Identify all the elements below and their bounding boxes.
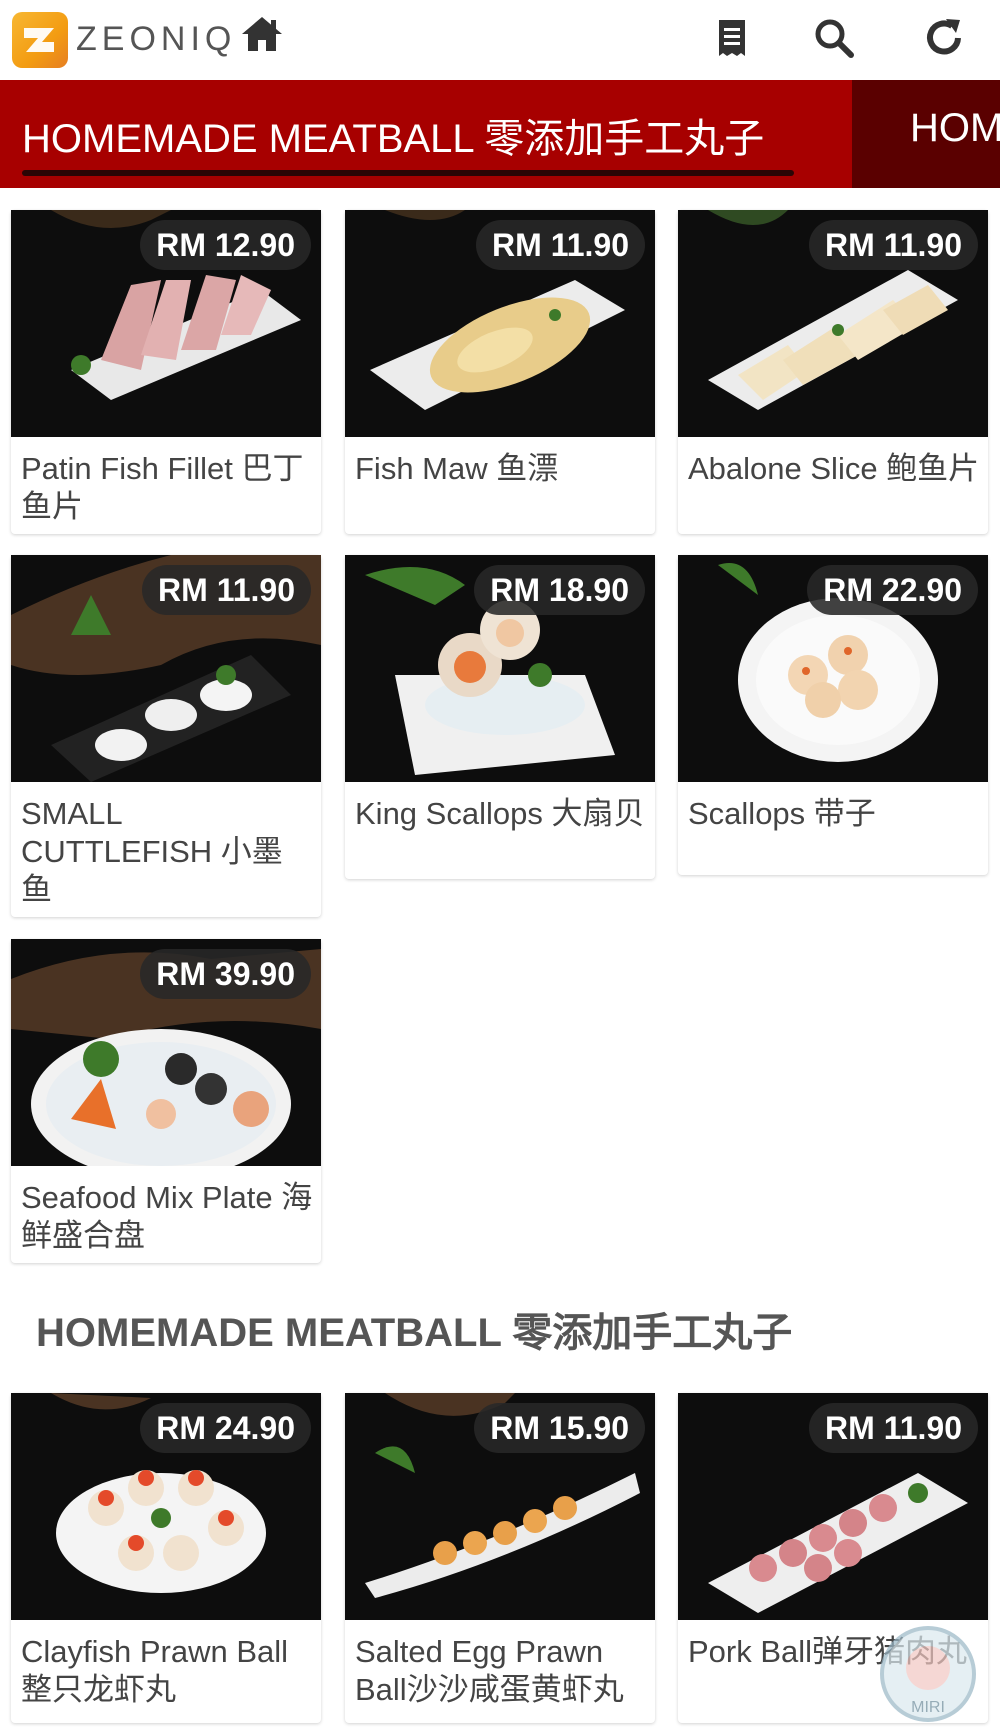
item-photo: RM 11.90 bbox=[678, 210, 988, 437]
item-photo: RM 11.90 bbox=[11, 555, 321, 782]
refresh-icon[interactable] bbox=[922, 16, 966, 60]
watermark-logo: MIRI bbox=[880, 1626, 976, 1722]
search-icon[interactable] bbox=[812, 16, 856, 60]
item-photo: RM 24.90 bbox=[11, 1393, 321, 1620]
item-name: Abalone Slice 鲍鱼片 bbox=[688, 451, 980, 486]
menu-item-card[interactable]: RM 39.90 Seafood Mix Plate 海鲜盛合盘 bbox=[11, 939, 321, 1263]
item-photo: RM 11.90 bbox=[345, 210, 655, 437]
price-badge: RM 39.90 bbox=[140, 949, 311, 999]
menu-item-card[interactable]: RM 15.90 Salted Egg Prawn Ball沙沙咸蛋黄虾丸 bbox=[345, 1393, 655, 1723]
category-bar: HOMEMADE MEATBALL 零添加手工丸子 HOM bbox=[0, 80, 1000, 188]
menu-item-card[interactable]: RM 24.90 Clayfish Prawn Ball 整只龙虾丸 bbox=[11, 1393, 321, 1723]
menu-list-icon[interactable] bbox=[710, 16, 754, 60]
item-name: King Scallops 大扇贝 bbox=[355, 796, 645, 831]
item-photo: RM 11.90 bbox=[678, 1393, 988, 1620]
item-name: SMALL CUTTLEFISH 小墨鱼 bbox=[21, 796, 283, 907]
category-tab-active[interactable]: HOMEMADE MEATBALL 零添加手工丸子 bbox=[0, 80, 852, 188]
price-badge: RM 18.90 bbox=[474, 565, 645, 615]
category-tab-label: HOMEMADE MEATBALL 零添加手工丸子 bbox=[22, 117, 765, 161]
item-name: Patin Fish Fillet 巴丁鱼片 bbox=[21, 451, 304, 524]
item-name: Fish Maw 鱼漂 bbox=[355, 451, 559, 486]
item-name: Seafood Mix Plate 海鲜盛合盘 bbox=[21, 1180, 313, 1253]
item-photo: RM 18.90 bbox=[345, 555, 655, 782]
watermark-text: MIRI bbox=[911, 1699, 945, 1716]
price-badge: RM 11.90 bbox=[809, 220, 978, 270]
menu-item-card[interactable]: RM 22.90 Scallops 带子 bbox=[678, 555, 988, 875]
active-tab-underline bbox=[22, 170, 794, 176]
home-icon[interactable] bbox=[240, 14, 284, 54]
item-photo: RM 15.90 bbox=[345, 1393, 655, 1620]
menu-item-card[interactable]: RM 11.90 Abalone Slice 鲍鱼片 bbox=[678, 210, 988, 534]
menu-item-card[interactable]: RM 18.90 King Scallops 大扇贝 bbox=[345, 555, 655, 879]
item-photo: RM 22.90 bbox=[678, 555, 988, 782]
price-badge: RM 12.90 bbox=[140, 220, 311, 270]
brand-name[interactable]: ZEONIQ bbox=[76, 20, 236, 59]
top-bar: ZEONIQ bbox=[0, 0, 1000, 80]
category-tab-label: HOM bbox=[910, 106, 1000, 150]
price-badge: RM 24.90 bbox=[140, 1403, 311, 1453]
menu-item-card[interactable]: RM 11.90 Fish Maw 鱼漂 bbox=[345, 210, 655, 534]
item-name: Scallops 带子 bbox=[688, 796, 876, 831]
price-badge: RM 11.90 bbox=[476, 220, 645, 270]
price-badge: RM 22.90 bbox=[807, 565, 978, 615]
section-title: HOMEMADE MEATBALL 零添加手工丸子 bbox=[36, 1311, 793, 1355]
logo-icon[interactable] bbox=[12, 12, 68, 68]
item-photo: RM 12.90 bbox=[11, 210, 321, 437]
item-name: Salted Egg Prawn Ball沙沙咸蛋黄虾丸 bbox=[355, 1634, 624, 1707]
category-tab-next[interactable]: HOM bbox=[852, 80, 1000, 188]
price-badge: RM 11.90 bbox=[142, 565, 311, 615]
item-photo: RM 39.90 bbox=[11, 939, 321, 1166]
menu-item-card[interactable]: RM 11.90 SMALL CUTTLEFISH 小墨鱼 bbox=[11, 555, 321, 917]
price-badge: RM 15.90 bbox=[474, 1403, 645, 1453]
menu-item-card[interactable]: RM 12.90 Patin Fish Fillet 巴丁鱼片 bbox=[11, 210, 321, 534]
price-badge: RM 11.90 bbox=[809, 1403, 978, 1453]
item-name: Clayfish Prawn Ball 整只龙虾丸 bbox=[21, 1634, 289, 1707]
